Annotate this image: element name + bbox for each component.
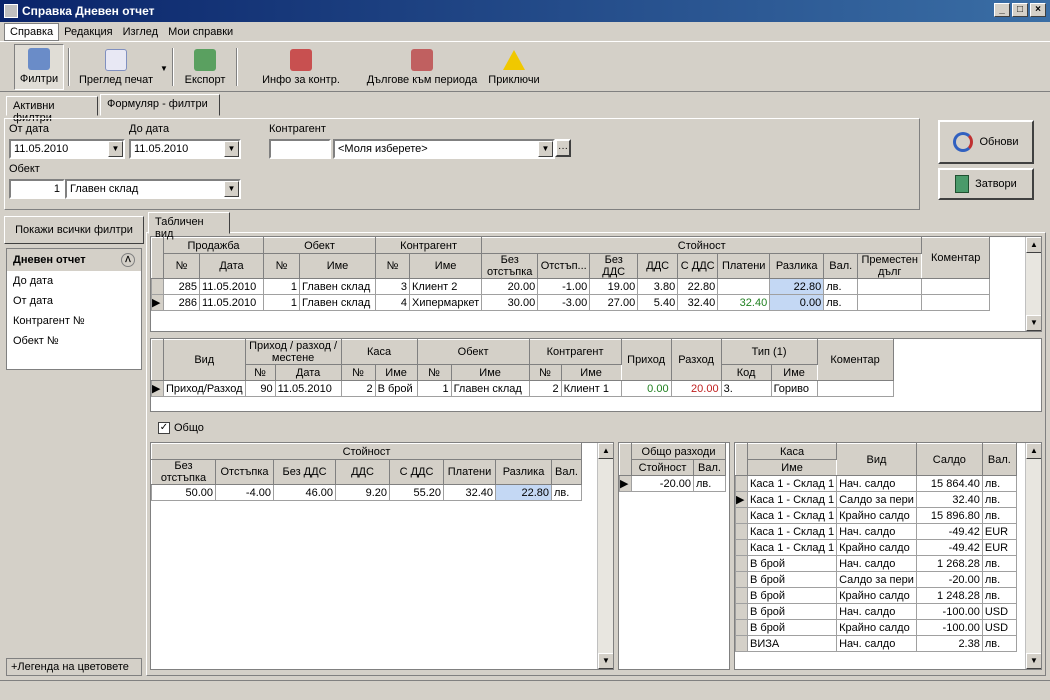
summary-table: Стойност Без отстъпка Отстъпка Без ДДС Д… xyxy=(151,443,582,501)
cash-grid: Вид Приход / разход / местене Каса Обект… xyxy=(150,338,1042,412)
filter-list: Дневен отчет ᐱ До дата От дата Контраген… xyxy=(6,248,142,370)
balance-rows: Каса 1 - Склад 1 Нач. салдо 15 864.40 лв. ▶ К… xyxy=(735,475,1017,652)
table-row[interactable]: ▶ 286 11.05.2010 1 Главен склад 4 Хипермарк… xyxy=(151,294,991,311)
print-preview-button[interactable]: Преглед печат xyxy=(74,44,158,90)
total-toggle[interactable]: ✓ Общо xyxy=(158,422,204,434)
export-icon xyxy=(194,49,216,71)
menu-bar: Справка Редакция Изглед Мои справки xyxy=(0,22,1050,42)
left-panel: Покажи всички филтри Дневен отчет ᐱ До д… xyxy=(4,214,144,676)
export-button[interactable]: Експорт xyxy=(180,44,230,90)
table-row[interactable]: В брой Нач. салдо -100.00 USD xyxy=(735,603,1017,620)
window-title: Справка Дневен отчет xyxy=(22,4,155,18)
show-all-filters-button[interactable]: Покажи всички филтри xyxy=(4,216,144,244)
table-row[interactable]: Каса 1 - Склад 1 Нач. салдо -49.42 EUR xyxy=(735,523,1017,540)
balance-scrollbar[interactable]: ▲ ▼ xyxy=(1025,443,1041,669)
menu-view[interactable]: Изглед xyxy=(118,24,163,40)
object-select[interactable]: Главен склад ▼ xyxy=(65,179,241,199)
partner-label: Контрагент xyxy=(269,123,326,135)
chevron-down-icon[interactable]: ▼ xyxy=(224,141,239,157)
maximize-button[interactable]: □ xyxy=(1012,3,1028,17)
app-icon xyxy=(4,4,18,18)
sales-grid: Продажба Обект Контрагент Стойност Комен… xyxy=(150,236,1042,332)
tab-table-view[interactable]: Табличен вид xyxy=(148,212,230,240)
table-row[interactable]: ▶ -20.00 лв. xyxy=(619,475,726,492)
total-checkbox[interactable]: ✓ xyxy=(158,422,170,434)
to-date-label: До дата xyxy=(129,123,170,135)
color-legend-toggle[interactable]: +Легенда на цветовете xyxy=(6,658,142,676)
object-label: Обект xyxy=(9,163,40,175)
collapse-icon[interactable]: ᐱ xyxy=(121,253,135,267)
print-dropdown-arrow[interactable]: ▼ xyxy=(160,64,168,73)
filter-section-header[interactable]: Дневен отчет ᐱ xyxy=(7,249,141,271)
chevron-down-icon[interactable]: ▼ xyxy=(224,181,239,197)
window-controls: _ □ × xyxy=(994,3,1046,17)
chevron-down-icon[interactable]: ▼ xyxy=(108,141,123,157)
from-date-field[interactable]: 11.05.2010 ▼ xyxy=(9,139,125,159)
table-row[interactable]: В брой Крайно салдо 1 248.28 лв. xyxy=(735,587,1017,604)
total-label: Общо xyxy=(174,422,204,434)
info-icon xyxy=(290,49,312,71)
table-row[interactable]: Каса 1 - Склад 1 Крайно салдо -49.42 EUR xyxy=(735,539,1017,556)
filter-tabs: Активни филтри Формуляр - филтри xyxy=(6,94,920,124)
debts-icon xyxy=(411,49,433,71)
status-bar xyxy=(0,680,1050,700)
debts-button[interactable]: Дългове към периода xyxy=(362,44,482,90)
table-row[interactable]: ▶ Каса 1 - Склад 1 Салдо за пери 32.40 лв. xyxy=(735,491,1017,508)
summary-grid: Стойност Без отстъпка Отстъпка Без ДДС Д… xyxy=(150,442,614,670)
summary-scrollbar[interactable]: ▲ ▼ xyxy=(597,443,613,669)
menu-my-reports[interactable]: Мои справки xyxy=(163,24,238,40)
from-date-label: От дата xyxy=(9,123,49,135)
filter-item-partner[interactable]: Контрагент № xyxy=(7,311,141,331)
refresh-button[interactable]: Обнови xyxy=(938,120,1034,164)
partner-info-button[interactable]: Инфо за контр. xyxy=(258,44,344,90)
filter-item-to-date[interactable]: До дата xyxy=(7,271,141,291)
table-row[interactable]: В брой Салдо за пери -20.00 лв. xyxy=(735,571,1017,588)
expenses-grid: Общо разходи Стойност Вал. ▶ -20.00 лв. xyxy=(618,442,730,670)
warning-icon xyxy=(503,50,525,70)
expenses-table: Общо разходи Стойност Вал. ▶ -20.00 лв. xyxy=(619,443,726,492)
object-code-field[interactable]: 1 xyxy=(9,179,65,199)
table-row[interactable]: ВИЗА Нач. салдо 2.38 лв. xyxy=(735,635,1017,652)
filter-item-from-date[interactable]: От дата xyxy=(7,291,141,311)
print-preview-icon xyxy=(105,49,127,71)
partner-code-field[interactable] xyxy=(269,139,331,159)
table-row[interactable]: В брой Нач. салдо 1 268.28 лв. xyxy=(735,555,1017,572)
toolbar: Филтри Преглед печат ▼ Експорт Инфо за к… xyxy=(0,42,1050,92)
filters-button[interactable]: Филтри xyxy=(14,44,64,90)
balance-table: Каса Вид Салдо Вал. Име Каса 1 - Склад 1… xyxy=(735,443,1017,652)
table-row[interactable]: 285 11.05.2010 1 Главен склад 3 Клиент 2 20… xyxy=(151,278,991,295)
door-icon xyxy=(955,175,970,193)
menu-report[interactable]: Справка xyxy=(4,22,60,41)
minimize-button[interactable]: _ xyxy=(994,3,1010,17)
table-row[interactable]: В брой Крайно салдо -100.00 USD xyxy=(735,619,1017,636)
close-button[interactable]: Затвори xyxy=(938,168,1034,200)
balance-grid: Каса Вид Салдо Вал. Име Каса 1 - Склад 1… xyxy=(734,442,1042,670)
sales-scrollbar[interactable]: ▲ ▼ xyxy=(1025,237,1041,331)
filter-form-panel: От дата 11.05.2010 ▼ До дата 11.05.2010 ▼ … xyxy=(4,118,920,210)
finish-button[interactable]: Приключи xyxy=(484,44,544,90)
table-row[interactable]: Каса 1 - Склад 1 Крайно салдо 15 896.80 лв. xyxy=(735,507,1017,524)
table-row[interactable]: 50.00 -4.00 46.00 9.20 55.20 32.40 22.80 лв. xyxy=(151,484,582,501)
close-window-button[interactable]: × xyxy=(1030,3,1046,17)
table-row[interactable]: ▶ Приход/Разход 90 11.05.2010 2В брой 1 Гл… xyxy=(151,380,894,397)
filter-icon xyxy=(28,48,50,70)
partner-select[interactable]: <Моля изберете> ▼ xyxy=(333,139,555,159)
menu-edit[interactable]: Редакция xyxy=(59,24,117,40)
title-bar: Справка Дневен отчет xyxy=(0,0,1050,22)
partner-browse-button[interactable]: ··· xyxy=(555,139,571,157)
filter-item-object[interactable]: Обект № xyxy=(7,331,141,351)
tab-form-filters[interactable]: Формуляр - филтри xyxy=(100,94,220,116)
table-row[interactable]: Каса 1 - Склад 1 Нач. салдо 15 864.40 лв. xyxy=(735,475,1017,492)
to-date-field[interactable]: 11.05.2010 ▼ xyxy=(129,139,241,159)
tab-active-filters[interactable]: Активни филтри xyxy=(6,96,98,124)
cash-table: Вид Приход / разход / местене Каса Обект… xyxy=(151,339,894,397)
refresh-icon xyxy=(953,132,974,152)
chevron-down-icon[interactable]: ▼ xyxy=(538,141,553,157)
sales-table: Продажба Обект Контрагент Стойност Комен… xyxy=(151,237,991,311)
